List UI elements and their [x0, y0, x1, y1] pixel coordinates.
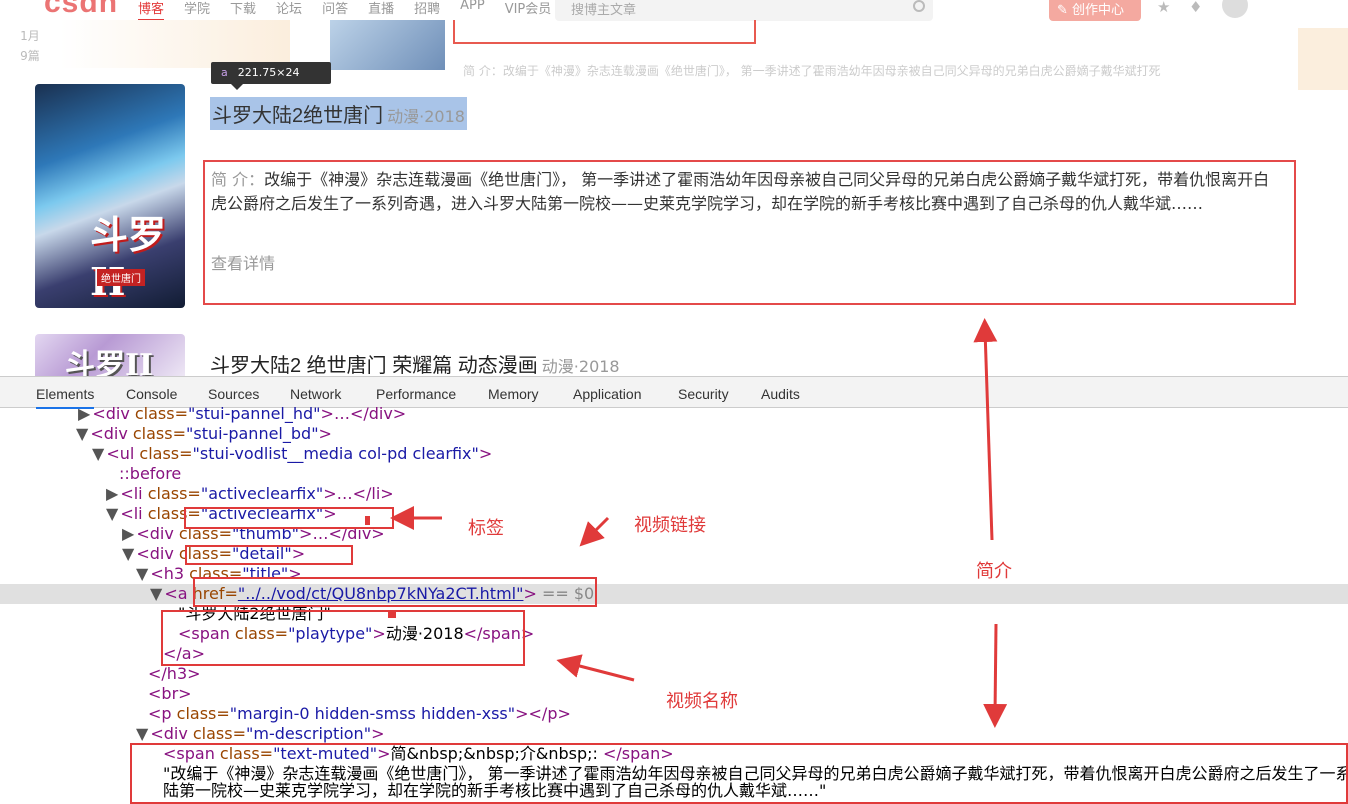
- dom-node[interactable]: ▼ <div class="m-description">: [136, 724, 384, 744]
- video-name-2: 斗罗大陆2 绝世唐门 荣耀篇 动态漫画: [210, 355, 538, 377]
- dom-close-tag[interactable]: </h3>: [148, 664, 201, 684]
- tab-network[interactable]: Network: [290, 386, 341, 402]
- banner-fade-right: [1298, 28, 1348, 90]
- bell-icon[interactable]: ♦: [1189, 0, 1205, 16]
- tab-memory[interactable]: Memory: [488, 386, 539, 402]
- background-strip: 1月 9篇 简 介：改编于《神漫》杂志连载漫画《绝世唐门》， 第一季讲述了霍雨浩…: [0, 20, 1348, 90]
- inspect-tooltip: a 221.75×24: [211, 62, 331, 90]
- video-description: 简 介：改编于《神漫》杂志连载漫画《绝世唐门》， 第一季讲述了霍雨浩幼年因母亲被…: [211, 168, 1281, 216]
- screenshot-root: csdn 博客 学院 下载 论坛 问答 直播 招聘 APP VIP会员 搜博主文…: [0, 0, 1348, 804]
- tab-application[interactable]: Application: [573, 386, 642, 402]
- arrow-to-name: [556, 654, 635, 682]
- annotation-marker: [365, 516, 370, 525]
- annotation-box-top: [453, 20, 756, 44]
- date-month: 1月: [20, 29, 40, 43]
- nav-item-forum[interactable]: 论坛: [276, 0, 302, 22]
- search-input[interactable]: 搜博主文章: [555, 0, 933, 21]
- annotation-box-detail: [185, 545, 353, 565]
- search-placeholder: 搜博主文章: [571, 3, 637, 18]
- annotation-box-description: [130, 743, 1348, 804]
- arrow-to-link: [579, 516, 610, 547]
- nav-item-download[interactable]: 下载: [230, 0, 256, 22]
- annotation-label-description: 简介: [976, 561, 1012, 582]
- date-count: 9篇: [20, 49, 40, 63]
- annotation-label-tag: 标签: [468, 518, 504, 539]
- nav-item-live[interactable]: 直播: [368, 0, 394, 22]
- tab-security[interactable]: Security: [678, 386, 729, 402]
- tab-console[interactable]: Console: [126, 386, 177, 402]
- csdn-logo[interactable]: csdn: [44, 0, 118, 20]
- creator-center-label: 创作中心: [1072, 3, 1125, 18]
- creator-center-button[interactable]: ✎ 创作中心: [1049, 0, 1141, 21]
- tooltip-size: 221.75×24: [237, 66, 300, 79]
- arrow-to-description-up: [973, 318, 998, 541]
- background-thumbnail: [330, 20, 445, 70]
- arrow-to-description-down: [983, 623, 1008, 728]
- avatar[interactable]: [1222, 0, 1248, 18]
- search-icon[interactable]: [913, 0, 925, 12]
- top-nav: 博客 学院 下载 论坛 问答 直播 招聘 APP VIP会员: [138, 0, 571, 22]
- description-text: 改编于《神漫》杂志连载漫画《绝世唐门》， 第一季讲述了霍雨浩幼年因母亲被自己同父…: [211, 170, 1270, 213]
- annotation-box-link: [193, 577, 597, 607]
- background-description: 简 介：改编于《神漫》杂志连载漫画《绝世唐门》， 第一季讲述了霍雨浩幼年因母亲被…: [463, 64, 1161, 78]
- star-icon[interactable]: ★: [1157, 0, 1173, 16]
- view-details-link[interactable]: 查看详情: [211, 250, 275, 274]
- video-poster[interactable]: 斗罗II 绝世唐门: [35, 84, 185, 308]
- nav-item-vip[interactable]: VIP会员: [505, 0, 552, 22]
- tab-performance[interactable]: Performance: [376, 386, 456, 402]
- video-name: 斗罗大陆2绝世唐门: [212, 105, 384, 127]
- description-label: 简 介：: [211, 170, 265, 189]
- csdn-top-bar: csdn 博客 学院 下载 论坛 问答 直播 招聘 APP VIP会员 搜博主文…: [0, 0, 1348, 22]
- tooltip-tag: a: [221, 66, 228, 79]
- dom-node[interactable]: ▶ <div class="stui-pannel_hd">…</div>: [78, 404, 406, 424]
- annotation-label-link: 视频链接: [634, 515, 706, 536]
- annotation-box-tag: [184, 507, 394, 529]
- dom-node[interactable]: <p class="margin-0 hidden-smss hidden-xs…: [148, 704, 571, 724]
- annotation-box-name: [161, 610, 525, 666]
- dom-node[interactable]: ▼ <div class="stui-pannel_bd">: [76, 424, 332, 444]
- banner-fade: [60, 20, 290, 68]
- tab-audits[interactable]: Audits: [761, 386, 800, 402]
- date-block: 1月 9篇: [0, 20, 60, 68]
- description-annotation-box: 简 介：改编于《神漫》杂志连载漫画《绝世唐门》， 第一季讲述了霍雨浩幼年因母亲被…: [203, 160, 1296, 305]
- video-title-link-2[interactable]: 斗罗大陆2 绝世唐门 荣耀篇 动态漫画 动漫·2018: [210, 349, 620, 378]
- video-playtype-2: 动漫·2018: [541, 357, 620, 376]
- video-title-link[interactable]: 斗罗大陆2绝世唐门 动漫·2018: [210, 97, 467, 130]
- nav-item-jobs[interactable]: 招聘: [414, 0, 440, 22]
- nav-item-academy[interactable]: 学院: [184, 0, 210, 22]
- annotation-label-name: 视频名称: [666, 691, 738, 712]
- poster-title: 斗罗II: [90, 212, 167, 304]
- tab-sources[interactable]: Sources: [208, 386, 259, 402]
- dom-node[interactable]: ▶ <li class="activeclearfix">…</li>: [106, 484, 394, 504]
- nav-item-app[interactable]: APP: [460, 0, 485, 22]
- dom-pseudo[interactable]: ::before: [119, 464, 181, 484]
- nav-item-blog[interactable]: 博客: [138, 0, 165, 22]
- dom-node[interactable]: ▼ <ul class="stui-vodlist__media col-pd c…: [92, 444, 492, 464]
- video-playtype: 动漫·2018: [387, 107, 465, 126]
- dom-node[interactable]: <br>: [148, 684, 192, 704]
- nav-item-qa[interactable]: 问答: [322, 0, 348, 22]
- poster-subtitle: 绝世唐门: [97, 269, 145, 286]
